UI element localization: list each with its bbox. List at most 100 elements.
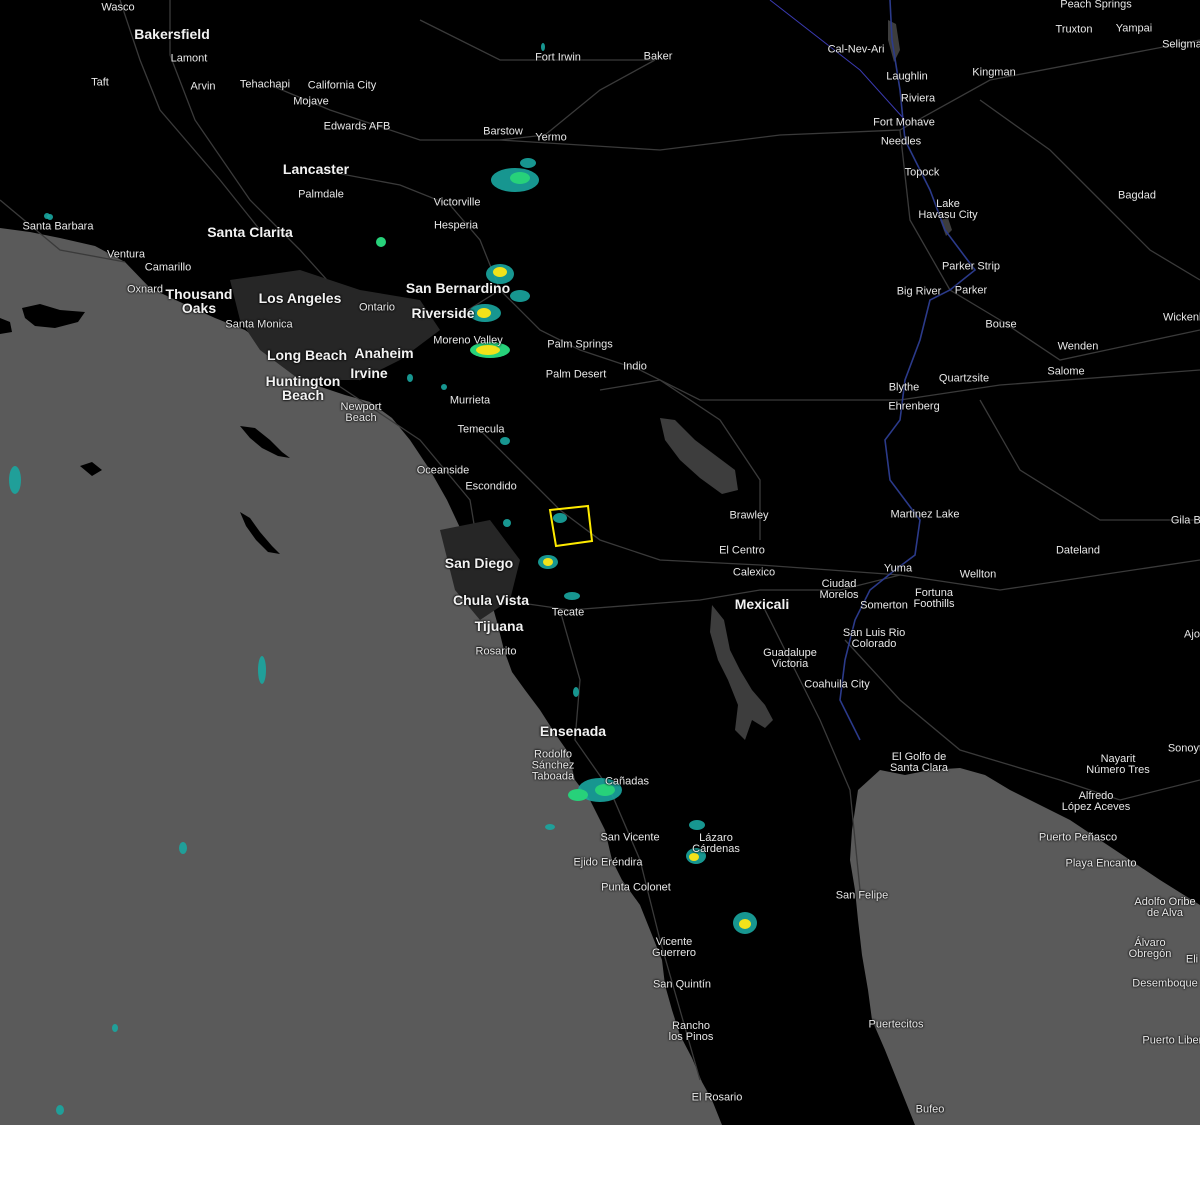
radar-map[interactable]: Wasco Bakersfield Lamont Arvin Taft Tehachapi… [0, 0, 1200, 1125]
place-label-calexico: Calexico [732, 566, 776, 579]
place-label-escondido: Escondido [465, 480, 517, 493]
place-label-ejido-er-ndira: Ejido Eréndira [573, 856, 643, 869]
place-label-bufeo: Bufeo [915, 1103, 945, 1116]
place-label-truxton: Truxton [1055, 23, 1093, 36]
place-label-l-zaro-c-rdenas: Lázaro Cárdenas [692, 832, 740, 855]
place-label-puertecitos: Puertecitos [868, 1018, 924, 1031]
place-label-temecula: Temecula [457, 423, 505, 436]
place-label-taft: Taft [91, 76, 109, 89]
place-label-riverside: Riverside [411, 305, 475, 321]
place-label-san-luis-rio-colorado: San Luis Rio Colorado [842, 627, 906, 650]
footer-blank [0, 1125, 1200, 1200]
place-label-vicente-guerrero: Vicente Guerrero [651, 936, 697, 959]
place-label-san-diego: San Diego [444, 555, 514, 571]
place-label-chula-vista: Chula Vista [453, 592, 529, 608]
place-label-yermo: Yermo [535, 131, 567, 144]
place-label-lancaster: Lancaster [282, 161, 350, 177]
place-label-tijuana: Tijuana [474, 618, 524, 634]
place-label-ontario: Ontario [358, 301, 396, 314]
place-label-san-felipe: San Felipe [835, 889, 889, 902]
place-label-tehachapi: Tehachapi [239, 78, 291, 91]
place-label-adolfo-oribe-de-alva: Adolfo Oribe de Alva [1134, 896, 1196, 919]
warning-polygon[interactable] [548, 504, 594, 548]
place-label-palm-desert: Palm Desert [545, 368, 607, 381]
place-label-hesperia: Hesperia [433, 219, 479, 232]
place-label-ensenada: Ensenada [539, 723, 607, 739]
place-label-martinez-lake: Martinez Lake [890, 508, 960, 521]
place-label-mojave: Mojave [293, 95, 329, 108]
place-label-puerto-libertad: Puerto Libertad [1142, 1034, 1200, 1047]
place-label-ciudad-morelos: Ciudad Morelos [819, 578, 859, 601]
place-label-el-rosario: El Rosario [691, 1091, 743, 1104]
warning-layer [548, 504, 594, 548]
place-label-needles: Needles [880, 135, 922, 148]
place-label-fortuna-foothills: Fortuna Foothills [913, 587, 955, 610]
place-label-blythe: Blythe [888, 381, 920, 394]
place-label-rodolfo-s-nchez-taboada: Rodolfo Sánchez Taboada [531, 748, 575, 783]
place-label-el-golfo-de-santa-clara: El Golfo de Santa Clara [889, 751, 949, 774]
place-label-nayarit-n-mero-tres: Nayarit Número Tres [1086, 753, 1150, 776]
place-label-dateland: Dateland [1055, 544, 1101, 557]
place-label-alfredo-l-pez-aceves: Alfredo López Aceves [1061, 790, 1131, 813]
place-label-wasco: Wasco [101, 1, 135, 14]
place-label-santa-clarita: Santa Clarita [207, 224, 293, 240]
place-label-cal-nev-ari: Cal-Nev-Ari [827, 43, 885, 56]
place-label-los-angeles: Los Angeles [258, 290, 342, 306]
place-label-big-river: Big River [896, 285, 942, 298]
place-label-long-beach: Long Beach [266, 347, 348, 363]
place-label-tecate: Tecate [551, 606, 585, 619]
place-label-thousand-oaks: Thousand Oaks [165, 286, 233, 316]
place-label-parker-strip: Parker Strip [941, 260, 1001, 273]
place-label-lake-havasu-city: Lake Havasu City [918, 198, 978, 221]
place-label-moreno-valley: Moreno Valley [433, 334, 503, 347]
place-label-brawley: Brawley [729, 509, 769, 522]
place-label-victorville: Victorville [433, 196, 481, 209]
place-label-huntington-beach: Huntington Beach [265, 373, 341, 403]
place-label-yuma: Yuma [883, 562, 913, 575]
place-label-camarillo: Camarillo [144, 261, 192, 274]
place-label-quartzsite: Quartzsite [938, 372, 990, 385]
place-label-kingman: Kingman [972, 66, 1016, 79]
place-label-yampai: Yampai [1115, 22, 1153, 35]
place-label-lamont: Lamont [170, 52, 208, 65]
place-label-wickenburg: Wickenburg [1162, 311, 1200, 324]
place-label-bakersfield: Bakersfield [134, 26, 210, 42]
place-label-bagdad: Bagdad [1118, 189, 1156, 202]
place-label-santa-barbara: Santa Barbara [22, 220, 94, 233]
place-label-fort-irwin: Fort Irwin [535, 51, 581, 64]
place-label-el-centro: El Centro [719, 544, 765, 557]
place-label-san-bernardino: San Bernardino [405, 280, 511, 296]
place-label-palmdale: Palmdale [298, 188, 344, 201]
place-label-gila-bend: Gila Bend [1170, 514, 1200, 527]
place-label-fort-mohave: Fort Mohave [873, 116, 935, 129]
place-label-indio: Indio [623, 360, 647, 373]
place-label-coahuila-city: Coahuila City [804, 678, 870, 691]
place-label-edwards-afb: Edwards AFB [323, 120, 391, 133]
place-label-guadalupe-victoria: Guadalupe Victoria [763, 647, 817, 670]
place-label-palm-springs: Palm Springs [547, 338, 613, 351]
place-label-topock: Topock [904, 166, 940, 179]
place-label-rosarito: Rosarito [475, 645, 517, 658]
place-label-ventura: Ventura [107, 248, 145, 261]
place-label-san-quint-n: San Quintín [652, 978, 712, 991]
place-label-riviera: Riviera [900, 92, 936, 105]
place-label-ehrenberg: Ehrenberg [888, 400, 940, 413]
place-label-irvine: Irvine [350, 365, 388, 381]
place-label-baker: Baker [643, 50, 673, 63]
place-label-eli: Eli [1185, 953, 1199, 966]
place-label-bouse: Bouse [985, 318, 1017, 331]
place-label-desemboque: Desemboque [1132, 977, 1198, 990]
place-label-wenden: Wenden [1057, 340, 1099, 353]
place-label-wellton: Wellton [959, 568, 997, 581]
place-label-peach-springs: Peach Springs [1060, 0, 1132, 11]
place-label-parker: Parker [954, 284, 988, 297]
place-label-barstow: Barstow [483, 125, 523, 138]
place-label-anaheim: Anaheim [354, 345, 414, 361]
place-label-salome: Salome [1047, 365, 1085, 378]
place-label-newport-beach: Newport Beach [340, 401, 382, 424]
place-label-somerton: Somerton [860, 599, 908, 612]
place-label-arvin: Arvin [190, 80, 216, 93]
place-label-mexicali: Mexicali [734, 596, 790, 612]
place-label-sonoyta: Sonoyta [1167, 742, 1200, 755]
place-label-punta-colonet: Punta Colonet [601, 881, 671, 894]
